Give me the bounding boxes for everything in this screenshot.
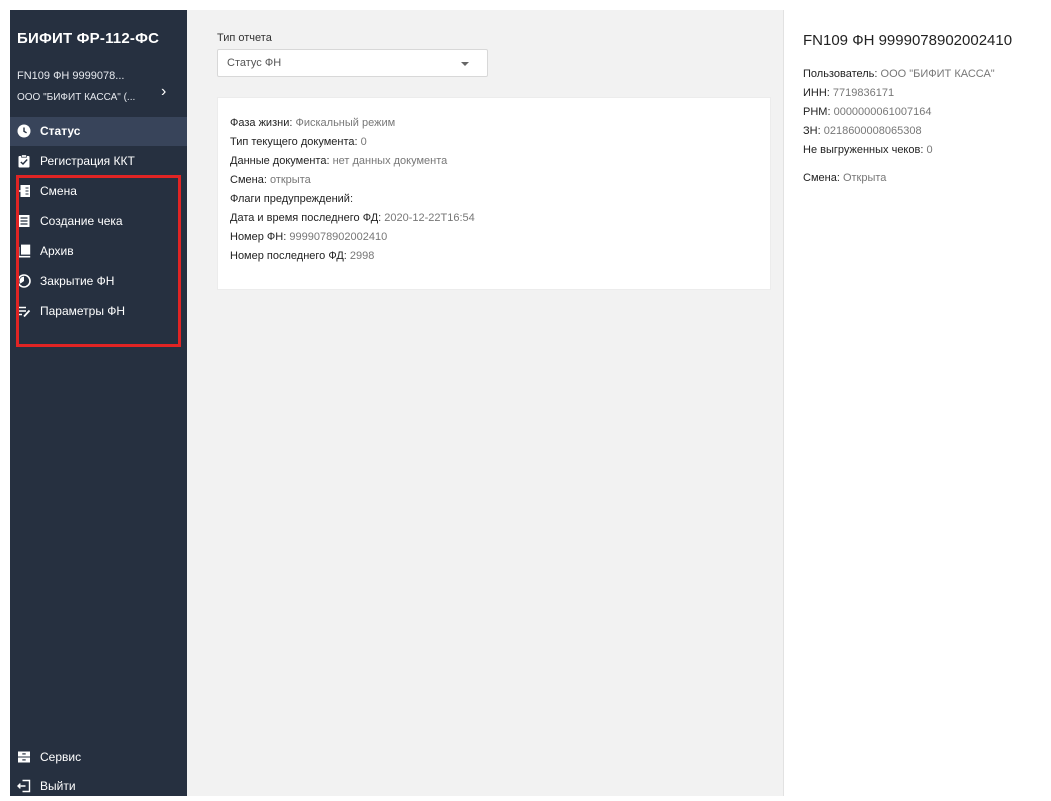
status-row: Дата и время последнего ФД: 2020-12-22T1… <box>230 212 475 224</box>
status-row: Тип текущего документа: 0 <box>230 136 367 148</box>
sidebar-item-label: Статус <box>40 124 81 138</box>
status-row: Номер последнего ФД: 2998 <box>230 250 375 262</box>
status-row: Смена: открыта <box>230 174 311 186</box>
report-type-label: Тип отчета <box>217 32 272 44</box>
sidebar-item-status[interactable]: Статус <box>10 117 187 146</box>
report-type-select[interactable]: Статус ФН <box>217 49 488 77</box>
details-row: Не выгруженных чеков: 0 <box>803 144 933 156</box>
main-panel: Тип отчета Статус ФН Фаза жизни: Фискаль… <box>187 10 783 796</box>
details-panel: FN109 ФН 9999078902002410 Пользователь: … <box>783 10 1051 796</box>
sidebar-item-logout[interactable]: Выйти <box>10 772 187 801</box>
details-title: FN109 ФН 9999078902002410 <box>803 32 1013 49</box>
status-card: Фаза жизни: Фискальный режим Тип текущег… <box>217 97 771 290</box>
status-row: Фаза жизни: Фискальный режим <box>230 117 396 129</box>
status-row: Данные документа: нет данных документа <box>230 155 448 167</box>
sidebar: БИФИТ ФР-112-ФС FN109 ФН 9999078... ООО … <box>10 10 187 796</box>
sidebar-item-label: Регистрация ККТ <box>40 154 135 168</box>
report-type-value: Статус ФН <box>227 57 282 69</box>
sidebar-item-service[interactable]: Сервис <box>10 743 187 772</box>
sidebar-item-label: Выйти <box>40 779 76 793</box>
sidebar-item-registration[interactable]: Регистрация ККТ <box>10 147 187 176</box>
details-row: Смена: Открыта <box>803 172 887 184</box>
details-row: ЗН: 0218600008065308 <box>803 125 922 137</box>
caret-down-icon <box>461 62 469 66</box>
sidebar-item-label: Сервис <box>40 750 82 764</box>
clock-icon <box>17 124 31 138</box>
details-row: Пользователь: ООО "БИФИТ КАССА" <box>803 68 995 80</box>
clipboard-check-icon <box>18 154 30 168</box>
details-row: РНМ: 0000000061007164 <box>803 106 932 118</box>
details-row: ИНН: 7719836171 <box>803 87 895 99</box>
device-selector[interactable]: FN109 ФН 9999078... ООО "БИФИТ КАССА" (.… <box>10 70 187 112</box>
device-owner: ООО "БИФИТ КАССА" (... <box>17 92 136 103</box>
nav-highlight-box <box>16 175 181 347</box>
status-row: Номер ФН: 9999078902002410 <box>230 231 388 243</box>
service-icon <box>18 751 30 763</box>
logout-icon <box>17 779 31 793</box>
status-row: Флаги предупреждений: <box>230 193 354 205</box>
chevron-right-icon: › <box>161 83 167 100</box>
top-strip <box>0 0 1051 10</box>
brand-title: БИФИТ ФР-112-ФС <box>17 30 160 47</box>
device-name: FN109 ФН 9999078... <box>17 70 125 82</box>
